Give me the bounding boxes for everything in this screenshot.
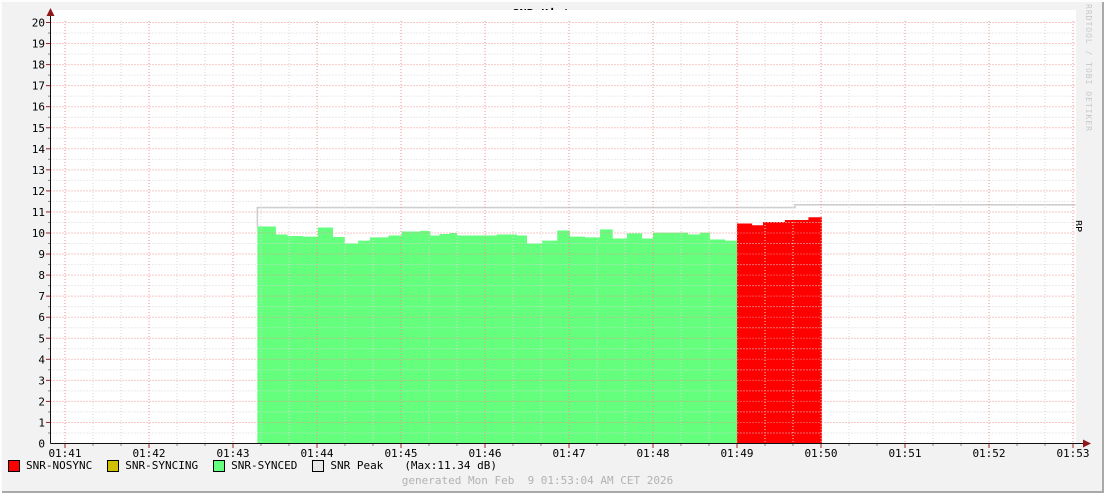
legend-item-snr-peak: SNR Peak xyxy=(312,459,383,472)
y-tick-label: 6 xyxy=(38,311,45,324)
legend-item-snr-nosync: SNR-NOSYNC xyxy=(8,459,92,472)
x-tick-label: 01:51 xyxy=(888,447,921,460)
y-tick-label: 13 xyxy=(32,164,45,177)
x-tick-label: 01:50 xyxy=(804,447,837,460)
x-tick-label: 01:49 xyxy=(720,447,753,460)
legend-item-snr-synced: SNR-SYNCED xyxy=(213,459,297,472)
y-tick-label: 15 xyxy=(32,122,45,135)
x-tick-label: 01:47 xyxy=(552,447,585,460)
y-tick-label: 16 xyxy=(32,101,45,114)
rrdtool-snr-graph: SNR History RRDTOOL / TOBI OETIKER BP 01… xyxy=(0,0,1104,493)
y-tick-label: 18 xyxy=(32,59,45,72)
y-tick-label: 8 xyxy=(38,269,45,282)
snr-synced-swatch-icon xyxy=(213,460,225,472)
y-tick-label: 9 xyxy=(38,248,45,261)
y-tick-label: 4 xyxy=(38,353,45,366)
y-tick-label: 7 xyxy=(38,290,45,303)
x-tick-label: 01:48 xyxy=(636,447,669,460)
legend-item-snr-syncing: SNR-SYNCING xyxy=(107,459,198,472)
y-tick-label: 12 xyxy=(32,185,45,198)
legend-max-note: (Max:11.34 dB) xyxy=(404,459,497,472)
y-tick-label: 0 xyxy=(38,438,45,451)
y-tick-label: 2 xyxy=(38,395,45,408)
snr-history-chart: 01:4101:4201:4301:4401:4501:4601:4701:48… xyxy=(0,0,1104,493)
snr-syncing-swatch-icon xyxy=(107,460,119,472)
legend-label: SNR-NOSYNC xyxy=(26,459,92,472)
legend-label: SNR-SYNCING xyxy=(125,459,198,472)
series-snr-synced xyxy=(257,226,737,443)
y-tick-label: 17 xyxy=(32,80,45,93)
legend: SNR-NOSYNC SNR-SYNCING SNR-SYNCED SNR Peak (… xyxy=(8,459,497,472)
y-tick-label: 20 xyxy=(32,17,45,30)
y-tick-label: 1 xyxy=(38,416,45,429)
y-tick-label: 11 xyxy=(32,206,45,219)
snr-nosync-swatch-icon xyxy=(8,460,20,472)
y-tick-label: 14 xyxy=(32,143,46,156)
legend-label: SNR-SYNCED xyxy=(231,459,297,472)
y-tick-label: 10 xyxy=(32,227,45,240)
y-tick-label: 3 xyxy=(38,374,45,387)
generated-timestamp: generated Mon Feb 9 01:53:04 AM CET 2026 xyxy=(0,474,1075,487)
x-tick-label: 01:53 xyxy=(1056,447,1089,460)
snr-peak-swatch-icon xyxy=(312,460,324,472)
series-snr-nosync xyxy=(737,217,822,443)
legend-label: SNR Peak xyxy=(330,459,383,472)
x-tick-label: 01:52 xyxy=(972,447,1005,460)
y-tick-label: 5 xyxy=(38,332,45,345)
y-tick-label: 19 xyxy=(32,38,45,51)
